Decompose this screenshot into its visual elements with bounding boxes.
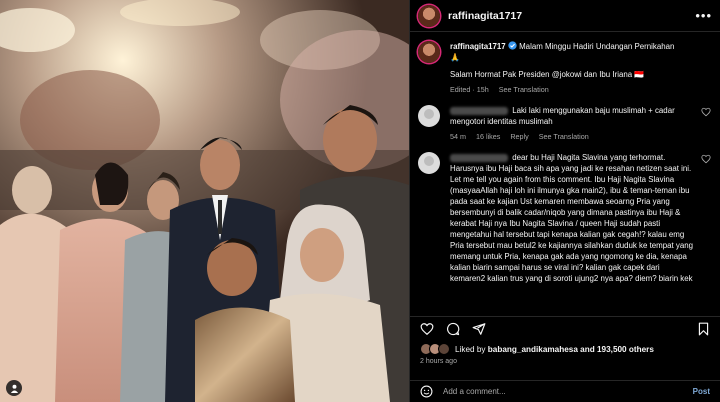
comment-like-heart-icon[interactable]: [700, 154, 712, 164]
more-options-icon[interactable]: •••: [695, 8, 712, 23]
author-avatar[interactable]: [418, 4, 440, 27]
comment-composer: Post: [410, 380, 720, 402]
post-timestamp: 2 hours ago: [420, 358, 457, 365]
comment-text: dear bu Haji Nagita Slavina yang terhorm…: [450, 153, 694, 283]
commenter-avatar[interactable]: [418, 105, 440, 127]
post-comment-button[interactable]: Post: [693, 387, 710, 396]
comment-meta: 54 m 16 likes Reply See Translation: [450, 131, 696, 142]
likes-summary: Liked by babang_andikamahesa and 193,500…: [420, 343, 712, 355]
comment-see-translation[interactable]: See Translation: [539, 131, 589, 142]
caption-see-translation[interactable]: See Translation: [499, 84, 549, 95]
user-tag-button[interactable]: [6, 380, 22, 396]
comment-icon[interactable]: [446, 322, 460, 336]
comment-input[interactable]: [443, 387, 693, 396]
instagram-post-view: raffinagita1717 ••• raffinagita1717 Mala…: [0, 0, 720, 402]
caption-body: raffinagita1717 Malam Minggu Hadiri Unda…: [450, 41, 712, 95]
caption-line-2: Salam Hormat Pak Presiden @jokowi dan Ib…: [450, 70, 645, 79]
caption-emoji: 🙏: [450, 53, 460, 62]
post-photo[interactable]: [0, 0, 409, 402]
author-username[interactable]: raffinagita1717: [448, 10, 522, 22]
comment-body: Laki laki menggunakan baju muslimah + ca…: [450, 105, 696, 142]
comment-likes[interactable]: 16 likes: [476, 131, 500, 142]
user-tag-icon: [10, 384, 18, 393]
caption: raffinagita1717 Malam Minggu Hadiri Unda…: [418, 41, 712, 95]
caption-username[interactable]: raffinagita1717: [450, 42, 506, 51]
post-header: raffinagita1717 •••: [410, 0, 720, 32]
comment-reply[interactable]: Reply: [510, 131, 528, 142]
bookmark-icon[interactable]: [697, 322, 710, 336]
comment-time: 54 m: [450, 132, 466, 141]
verified-badge-icon: [508, 41, 517, 50]
comment-item: dear bu Haji Nagita Slavina yang terhorm…: [418, 152, 712, 284]
comment-item: Laki laki menggunakan baju muslimah + ca…: [418, 105, 712, 142]
comment-thread[interactable]: raffinagita1717 Malam Minggu Hadiri Unda…: [410, 33, 720, 315]
heart-icon[interactable]: [420, 322, 434, 336]
liker-avatar: [438, 343, 450, 355]
commenter-username-blurred[interactable]: [450, 153, 508, 162]
commenter-avatar[interactable]: [418, 152, 440, 174]
post-sidebar: raffinagita1717 ••• raffinagita1717 Mala…: [409, 0, 720, 402]
caption-edited-time: Edited · 15h: [450, 85, 489, 94]
caption-avatar[interactable]: [418, 41, 440, 63]
post-photo-image: [0, 0, 409, 402]
likes-prefix: Liked by: [455, 344, 486, 354]
emoji-icon[interactable]: [420, 385, 433, 398]
liker-avatars: [420, 343, 450, 355]
likes-user[interactable]: babang_andikamahesa: [488, 345, 578, 354]
caption-meta: Edited · 15h See Translation: [450, 84, 712, 95]
commenter-username-blurred[interactable]: [450, 106, 508, 115]
comment-body: dear bu Haji Nagita Slavina yang terhorm…: [450, 152, 696, 284]
likes-suffix[interactable]: and 193,500 others: [580, 345, 654, 354]
caption-line-1: Malam Minggu Hadiri Undangan Pernikahan: [519, 42, 675, 51]
comment-like-heart-icon[interactable]: [700, 107, 712, 117]
share-icon[interactable]: [472, 322, 486, 336]
action-bar: [410, 316, 720, 340]
